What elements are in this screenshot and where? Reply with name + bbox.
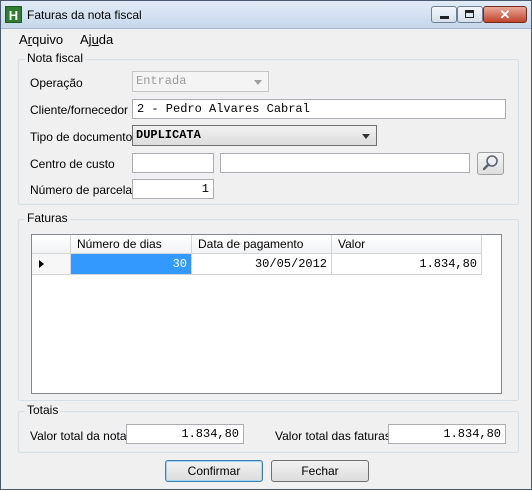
- menu-arquivo[interactable]: Arquivo: [19, 32, 63, 47]
- operacao-value: Entrada: [136, 74, 187, 88]
- cell-data-pagamento[interactable]: 30/05/2012: [192, 254, 332, 275]
- column-header-dias[interactable]: Número de dias: [71, 235, 192, 254]
- centro-custo-code-field[interactable]: [132, 153, 214, 173]
- tipo-documento-label: Tipo de documento: [30, 130, 133, 144]
- chevron-down-icon: [254, 80, 262, 85]
- dialog-window: H Faturas da nota fiscal ✕ Arquivo Ajuda…: [0, 0, 532, 490]
- total-faturas-label: Valor total das faturas: [275, 429, 391, 443]
- maximize-icon: [465, 10, 474, 18]
- row-pointer-icon: [39, 260, 44, 268]
- centro-custo-label: Centro de custo: [30, 157, 115, 171]
- menu-bar: Arquivo Ajuda: [1, 29, 531, 49]
- menu-arquivo-label: Arquivo: [19, 32, 64, 47]
- tipo-documento-value: DUPLICATA: [136, 128, 201, 142]
- cell-valor[interactable]: 1.834,80: [332, 254, 482, 275]
- cliente-field[interactable]: 2 - Pedro Alvares Cabral: [132, 99, 506, 119]
- column-header-data[interactable]: Data de pagamento: [192, 235, 332, 254]
- tipo-documento-select[interactable]: DUPLICATA: [132, 125, 377, 146]
- fechar-button[interactable]: Fechar: [271, 460, 369, 482]
- total-faturas-field: 1.834,80: [388, 424, 506, 444]
- centro-custo-description-field[interactable]: [220, 153, 470, 173]
- search-centro-custo-button[interactable]: [477, 152, 504, 175]
- row-indicator[interactable]: [32, 254, 71, 275]
- column-header-valor[interactable]: Valor: [332, 235, 482, 254]
- total-nota-label: Valor total da nota: [30, 429, 127, 443]
- parcelas-label: Número de parcelas: [30, 183, 139, 197]
- menu-ajuda-label: Ajuda: [80, 32, 114, 47]
- nota-fiscal-legend: Nota fiscal: [25, 51, 86, 65]
- faturas-legend: Faturas: [25, 211, 70, 225]
- menu-ajuda[interactable]: Ajuda: [80, 32, 113, 47]
- cliente-label: Cliente/fornecedor: [30, 103, 129, 117]
- faturas-grid[interactable]: Número de dias Data de pagamento Valor 3…: [31, 234, 502, 394]
- minimize-icon: [440, 16, 449, 19]
- chevron-down-icon: [362, 134, 370, 139]
- total-nota-field: 1.834,80: [126, 424, 244, 444]
- maximize-button[interactable]: [457, 6, 483, 23]
- close-icon: ✕: [499, 7, 511, 22]
- parcelas-field[interactable]: 1: [132, 179, 214, 199]
- grid-corner-header: [32, 235, 71, 254]
- app-icon: H: [5, 6, 22, 23]
- totais-legend: Totais: [25, 403, 61, 417]
- title-bar[interactable]: H Faturas da nota fiscal ✕: [1, 1, 531, 29]
- window-title: Faturas da nota fiscal: [27, 8, 142, 22]
- minimize-button[interactable]: [431, 6, 457, 23]
- confirmar-button[interactable]: Confirmar: [165, 460, 263, 482]
- operacao-label: Operação: [30, 76, 83, 90]
- close-button[interactable]: ✕: [483, 6, 527, 23]
- operacao-select: Entrada: [132, 71, 269, 92]
- cell-dias[interactable]: 30: [71, 254, 192, 275]
- magnifier-icon: [482, 155, 498, 171]
